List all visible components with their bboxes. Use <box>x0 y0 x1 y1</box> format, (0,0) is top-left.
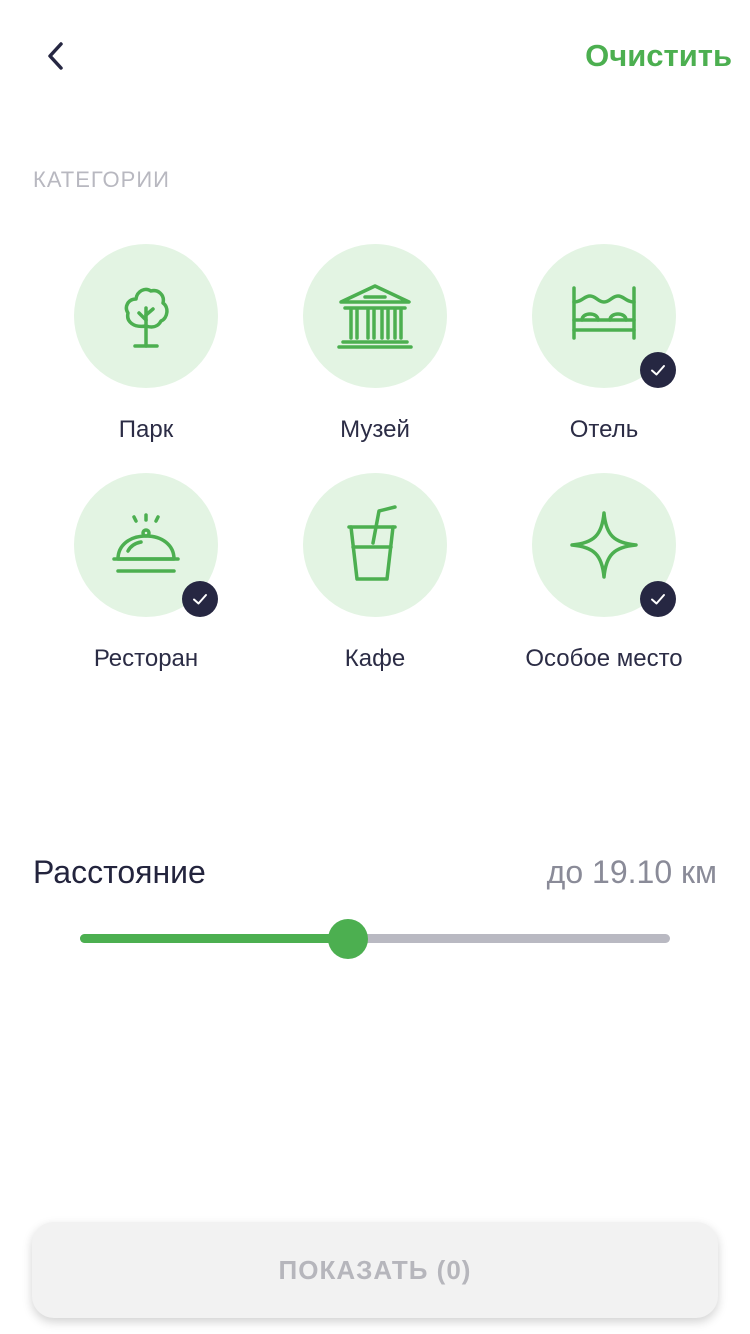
check-icon <box>651 365 665 376</box>
slider-thumb[interactable] <box>328 919 369 959</box>
category-icon-circle <box>74 244 218 388</box>
clear-button[interactable]: Очистить <box>585 36 732 76</box>
category-icon-circle <box>303 473 447 617</box>
distance-value: до 19.10 км <box>546 854 717 890</box>
show-results-button[interactable]: ПОКАЗАТЬ (0) <box>32 1222 718 1318</box>
tree-icon <box>124 287 169 348</box>
slider-fill <box>80 934 349 943</box>
drink-icon <box>347 505 397 581</box>
back-button[interactable] <box>32 32 80 80</box>
sparkle-icon <box>570 511 638 579</box>
category-label: Парк <box>118 416 174 443</box>
category-park[interactable]: Парк <box>32 244 260 454</box>
category-label: Ресторан <box>93 645 199 672</box>
selected-check-badge <box>640 581 676 617</box>
category-restaurant[interactable]: Ресторан <box>32 473 260 683</box>
category-icon-circle <box>303 244 447 388</box>
selected-check-badge <box>640 352 676 388</box>
check-icon <box>193 594 207 605</box>
categories-title: КАТЕГОРИИ <box>33 167 170 192</box>
check-icon <box>651 594 665 605</box>
chevron-left-icon <box>48 42 63 70</box>
category-label: Особое место <box>525 645 683 672</box>
category-special-place[interactable]: Особое место <box>490 473 718 683</box>
category-hotel[interactable]: Отель <box>490 244 718 454</box>
category-label: Кафе <box>344 645 406 672</box>
museum-icon <box>337 284 413 349</box>
selected-check-badge <box>182 581 218 617</box>
category-cafe[interactable]: Кафе <box>261 473 489 683</box>
category-museum[interactable]: Музей <box>261 244 489 454</box>
distance-slider[interactable] <box>80 918 670 960</box>
category-label: Музей <box>340 416 410 443</box>
cloche-icon <box>112 513 180 573</box>
bed-icon <box>572 286 636 340</box>
category-label: Отель <box>569 416 639 443</box>
distance-title: Расстояние <box>33 854 206 890</box>
